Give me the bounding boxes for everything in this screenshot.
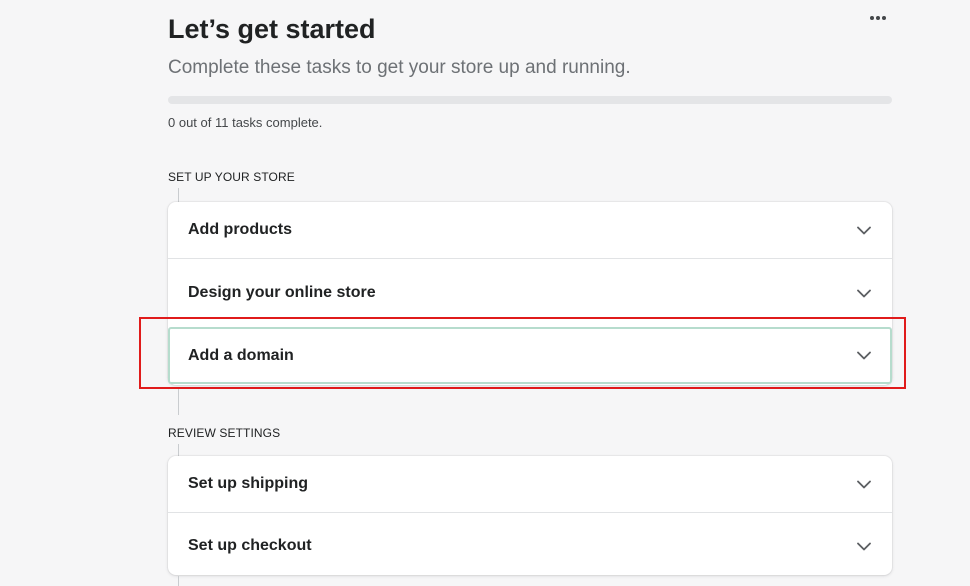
timeline-line xyxy=(178,576,179,586)
timeline-line xyxy=(178,444,179,456)
task-label: Add products xyxy=(188,221,292,238)
task-label: Set up checkout xyxy=(188,537,312,554)
chevron-down-icon xyxy=(856,538,872,554)
page-title: Let’s get started xyxy=(168,14,376,44)
page-subtitle: Complete these tasks to get your store u… xyxy=(168,57,631,78)
timeline-line xyxy=(178,389,179,415)
more-actions-button[interactable] xyxy=(864,8,892,28)
section-label-setup: SET UP YOUR STORE xyxy=(168,170,295,184)
progress-text: 0 out of 11 tasks complete. xyxy=(168,115,323,130)
timeline-line xyxy=(178,188,179,202)
chevron-down-icon xyxy=(856,285,872,301)
progress-bar xyxy=(168,96,892,104)
section-label-review: REVIEW SETTINGS xyxy=(168,426,281,440)
task-set-up-shipping[interactable]: Set up shipping xyxy=(168,456,892,512)
chevron-down-icon xyxy=(856,476,872,492)
task-design-online-store[interactable]: Design your online store xyxy=(168,262,892,324)
onboarding-page: Let’s get started Complete these tasks t… xyxy=(0,0,970,586)
task-label: Add a domain xyxy=(188,346,294,364)
task-add-products[interactable]: Add products xyxy=(168,202,892,258)
task-set-up-checkout[interactable]: Set up checkout xyxy=(168,516,892,576)
task-add-domain[interactable]: Add a domain xyxy=(168,327,892,384)
task-label: Set up shipping xyxy=(188,475,308,492)
chevron-down-icon xyxy=(856,222,872,238)
divider xyxy=(168,512,892,513)
divider xyxy=(168,258,892,259)
chevron-down-icon xyxy=(856,348,872,364)
more-horizontal-icon xyxy=(870,16,886,20)
task-label: Design your online store xyxy=(188,284,376,301)
